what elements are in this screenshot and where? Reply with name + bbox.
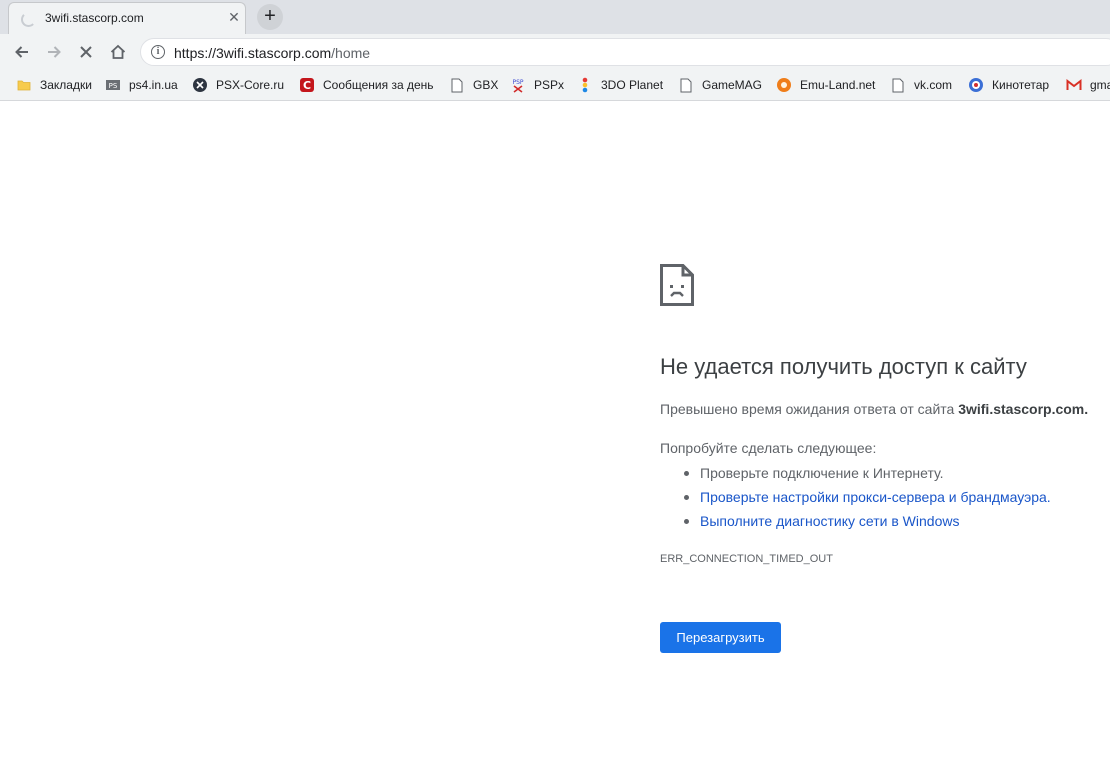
bookmark-ps4[interactable]: PS ps4.in.ua — [105, 70, 178, 100]
tab-close-icon[interactable]: ✕ — [225, 8, 243, 26]
bookmark-pspx[interactable]: PSP PSPx — [510, 70, 564, 100]
suggestion-check-connection: Проверьте подключение к Интернету. — [660, 462, 1051, 486]
back-arrow-icon — [15, 46, 28, 58]
error-description-text: Превышено время ожидания ответа от сайта — [660, 401, 959, 417]
suggestions-heading: Попробуйте сделать следующее: — [660, 440, 877, 456]
bookmark-label: PSX-Core.ru — [216, 78, 285, 92]
sad-page-icon — [660, 264, 694, 311]
svg-text:PSP: PSP — [512, 79, 523, 86]
error-heading: Не удается получить доступ к сайту — [660, 354, 1027, 379]
forward-button[interactable] — [42, 40, 66, 64]
reload-button[interactable]: Перезагрузить — [660, 622, 781, 653]
globe-icon — [968, 77, 984, 93]
psx-core-icon — [192, 77, 208, 93]
bookmark-label: PSPx — [534, 78, 565, 92]
svg-text:PS: PS — [109, 82, 118, 90]
bookmark-label: 3DO Planet — [601, 78, 664, 92]
tab-strip: 3wifi.stascorp.com ✕ + — [0, 0, 1110, 34]
info-icon[interactable]: i — [151, 45, 165, 59]
bookmarks-bar: Закладки PS ps4.in.ua PSX-Core.ru C Сооб… — [0, 70, 1110, 101]
back-button[interactable] — [10, 40, 34, 64]
bookmark-gamemag[interactable]: GameMAG — [678, 70, 762, 100]
bookmark-label: gma — [1090, 78, 1110, 92]
new-tab-button[interactable]: + — [257, 4, 283, 30]
3do-icon — [577, 77, 593, 93]
error-code: ERR_CONNECTION_TIMED_OUT — [660, 553, 833, 565]
suggestions-list: Проверьте подключение к Интернету. Прове… — [660, 462, 1051, 534]
home-icon — [110, 44, 126, 59]
error-description: Превышено время ожидания ответа от сайта… — [660, 401, 1088, 417]
bookmark-label: Сообщения за день — [323, 78, 434, 92]
bookmark-label: vk.com — [914, 78, 953, 92]
bookmark-vk[interactable]: vk.com — [890, 70, 952, 100]
page-icon — [678, 77, 694, 93]
suggestion-check-proxy-link[interactable]: Проверьте настройки прокси-сервера и бра… — [660, 486, 1051, 510]
svg-text:C: C — [303, 79, 311, 92]
tab-title: 3wifi.stascorp.com — [45, 11, 144, 25]
bookmark-3do-planet[interactable]: 3DO Planet — [577, 70, 663, 100]
bookmark-zakladki[interactable]: Закладки — [16, 70, 92, 100]
home-button[interactable] — [106, 40, 130, 64]
forward-arrow-icon — [48, 46, 61, 58]
page-icon — [449, 77, 465, 93]
bookmark-label: GameMAG — [702, 78, 763, 92]
bookmark-psx-core[interactable]: PSX-Core.ru — [192, 70, 284, 100]
bookmark-label: Кинотетар — [992, 78, 1050, 92]
bookmark-label: ps4.in.ua — [129, 78, 178, 92]
url-text[interactable]: https://3wifi.stascorp.com/home — [174, 45, 370, 61]
red-c-icon: C — [299, 77, 315, 93]
browser-tab[interactable]: 3wifi.stascorp.com ✕ — [8, 2, 246, 34]
bookmark-emu-land[interactable]: Emu-Land.net — [776, 70, 875, 100]
url-path: /home — [331, 45, 371, 61]
url-origin: https://3wifi.stascorp.com — [174, 45, 332, 61]
suggestion-run-diagnostics-link[interactable]: Выполните диагностику сети в Windows — [660, 510, 1051, 534]
bookmark-label: Закладки — [40, 78, 92, 92]
toolbar: i https://3wifi.stascorp.com/home — [0, 34, 1110, 70]
bookmark-kinoteatr[interactable]: Кинотетар — [968, 70, 1049, 100]
ps4-icon: PS — [105, 77, 121, 93]
spinner-icon — [21, 12, 36, 27]
stop-button[interactable] — [74, 40, 98, 64]
error-host: 3wifi.stascorp.com. — [958, 401, 1089, 417]
folder-icon — [16, 77, 32, 93]
address-bar[interactable]: i https://3wifi.stascorp.com/home — [140, 38, 1110, 66]
bookmark-gbx[interactable]: GBX — [449, 70, 498, 100]
bookmark-label: GBX — [473, 78, 499, 92]
stop-icon — [80, 46, 92, 58]
bookmark-label: Emu-Land.net — [800, 78, 876, 92]
bookmark-soobshcheniya[interactable]: C Сообщения за день — [299, 70, 434, 100]
emu-land-icon — [776, 77, 792, 93]
page-icon — [890, 77, 906, 93]
pspx-icon: PSP — [510, 77, 526, 93]
gmail-icon — [1066, 77, 1082, 93]
bookmark-gmail[interactable]: gma — [1066, 70, 1110, 100]
